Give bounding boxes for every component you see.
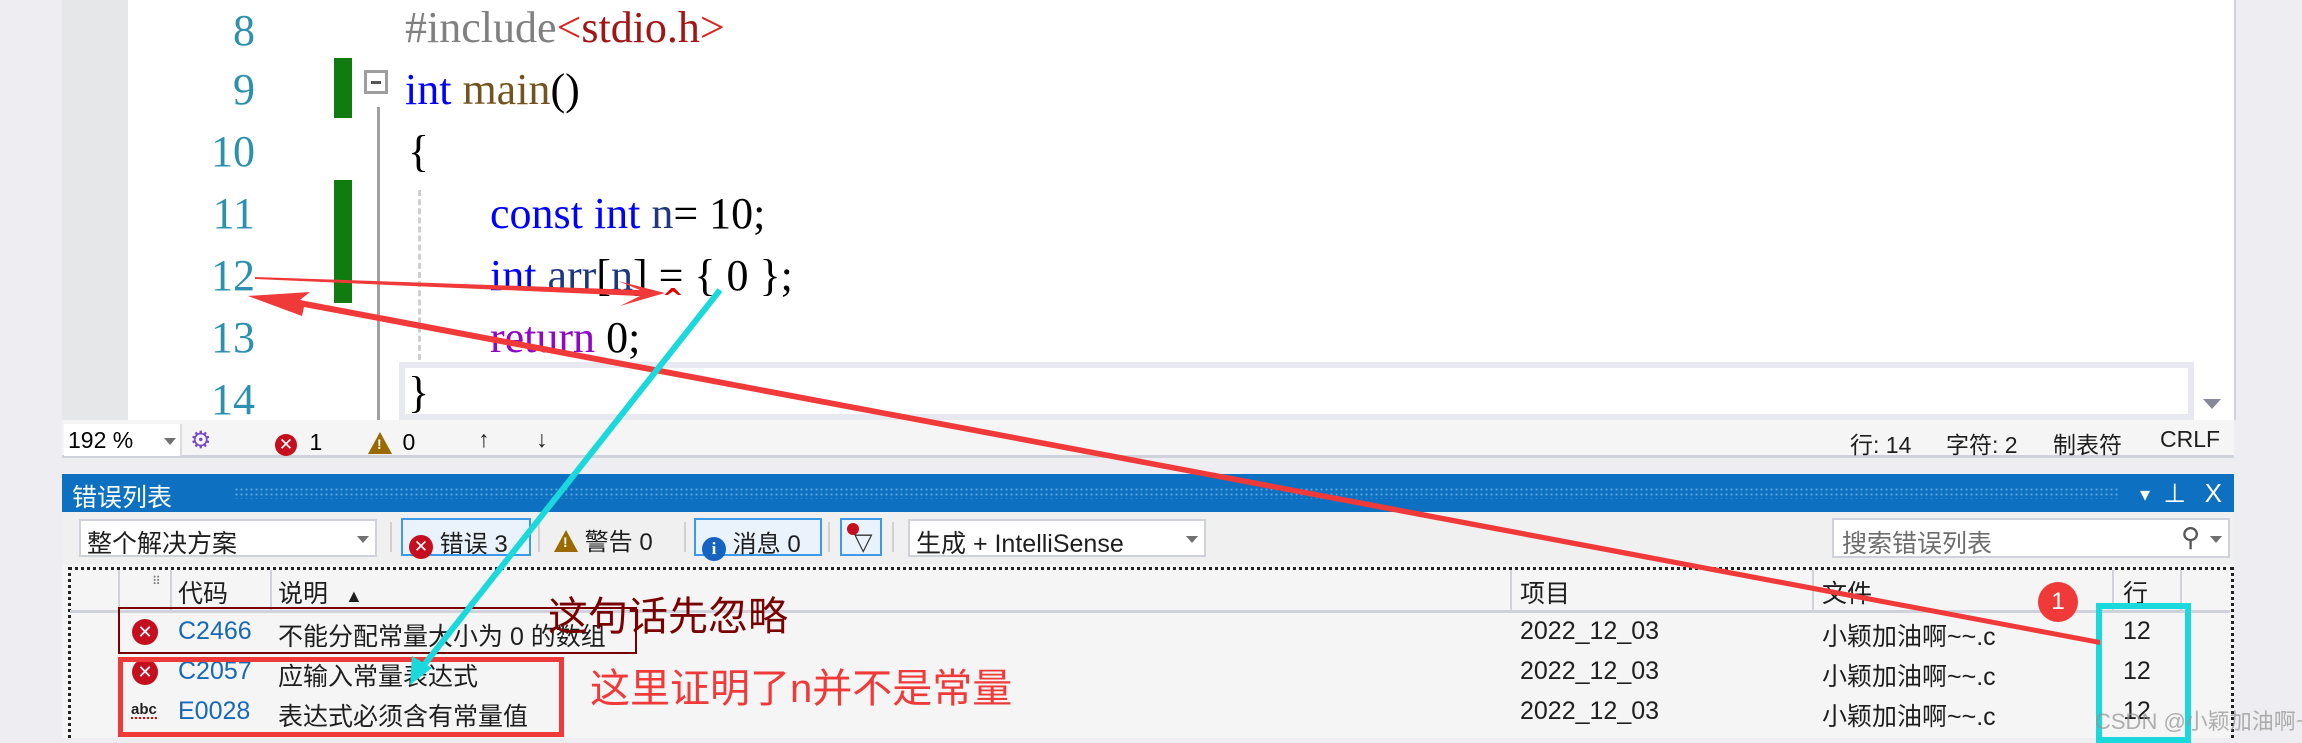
column-header-description[interactable]: 说明 ▲ <box>278 574 363 610</box>
annotation-box-proof <box>118 657 564 737</box>
scope-dropdown[interactable]: 整个解决方案 <box>79 519 377 558</box>
error-project: 2022_12_03 <box>1520 617 1660 645</box>
indent-indicator[interactable]: 制表符 <box>2053 426 2122 460</box>
collapse-icon[interactable] <box>364 70 388 94</box>
column-divider <box>1812 570 1814 610</box>
error-project: 2022_12_03 <box>1520 697 1660 725</box>
line-ending-indicator[interactable]: CRLF <box>2160 426 2220 453</box>
zoom-combobox[interactable]: 192 % <box>64 424 182 456</box>
error-list-title: 错误列表 <box>72 484 173 512</box>
error-list-titlebar[interactable]: 错误列表 ▾ ⊥ X <box>62 474 2234 512</box>
column-divider <box>270 570 272 610</box>
line-number: 9 <box>233 65 255 114</box>
chevron-down-icon <box>164 438 176 445</box>
error-file: 小颖加油啊~~.c <box>1822 623 1996 651</box>
sort-ascending-icon: ▲ <box>344 586 363 606</box>
line-indicator[interactable]: 行: 14 <box>1850 426 1911 460</box>
line-number: 10 <box>211 127 255 176</box>
code-line-9[interactable]: int main() <box>405 59 580 121</box>
char-indicator[interactable]: 字符: 2 <box>1946 426 2018 460</box>
funnel-icon: ▽ <box>854 529 873 556</box>
error-count-indicator[interactable]: ✕ 1 <box>275 429 322 456</box>
close-icon[interactable]: X <box>2205 478 2222 509</box>
previous-issue-button[interactable]: ↑ <box>478 426 490 453</box>
code-line-13[interactable]: return 0; <box>490 307 640 369</box>
errors-filter-button[interactable]: ✕ 错误 3 <box>401 518 531 559</box>
toolbar-separator <box>892 522 894 552</box>
code-line-12[interactable]: int arr[n] = { 0 }; <box>490 245 793 307</box>
code-line-10[interactable]: { <box>408 121 429 183</box>
fold-guide-line <box>377 107 380 420</box>
chevron-down-icon <box>2210 536 2222 543</box>
column-divider <box>1510 570 1512 610</box>
change-marker <box>334 180 352 303</box>
column-header-code[interactable]: 代码 <box>178 574 228 610</box>
search-error-list-input[interactable]: 搜索错误列表 ⚲ <box>1832 518 2230 558</box>
line-number: 12 <box>211 251 255 300</box>
next-issue-button[interactable]: ↓ <box>536 426 548 453</box>
search-icon: ⚲ <box>2180 522 2200 552</box>
watermark: CSDN @小颖加油啊~~ <box>2095 709 2302 734</box>
indent-guide <box>418 190 421 360</box>
column-chooser-icon[interactable]: ⠿ <box>152 574 161 588</box>
info-icon: i <box>702 537 726 561</box>
annotation-proof-note: 这里证明了n并不是常量 <box>590 667 1013 711</box>
column-divider <box>170 570 172 610</box>
warning-count-indicator[interactable]: 0 <box>368 429 415 459</box>
code-line-8[interactable]: #include<stdio.h> <box>405 0 725 59</box>
error-icon: ✕ <box>409 535 433 559</box>
annotation-step-badge: 1 <box>2038 582 2078 622</box>
scroll-down-icon[interactable] <box>2203 399 2221 409</box>
change-marker <box>334 58 352 118</box>
column-header-file[interactable]: 文件 <box>1822 574 1872 610</box>
pin-icon[interactable]: ⊥ <box>2163 478 2186 509</box>
code-line-11[interactable]: const int n= 10; <box>490 183 765 245</box>
line-number: 13 <box>211 313 255 362</box>
error-icon: ✕ <box>275 434 297 456</box>
zoom-value: 192 % <box>68 427 134 453</box>
window-menu-button[interactable]: ▾ <box>2140 482 2150 507</box>
source-dropdown[interactable]: 生成 + IntelliSense <box>908 519 1206 558</box>
code-line-14[interactable]: } <box>408 362 429 424</box>
annotation-ignore-note: 这句话先忽略 <box>548 595 788 639</box>
code-editor[interactable] <box>62 0 2236 420</box>
toolbar-separator <box>538 522 540 552</box>
error-file: 小颖加油啊~~.c <box>1822 663 1996 691</box>
quick-actions-icon[interactable]: ⚙ <box>190 426 212 455</box>
toolbar-separator <box>684 522 686 552</box>
error-project: 2022_12_03 <box>1520 657 1660 685</box>
warning-icon <box>554 530 578 552</box>
column-divider <box>118 570 120 610</box>
line-number: 11 <box>212 189 255 238</box>
toolbar-separator <box>828 522 830 552</box>
warning-icon <box>368 432 392 454</box>
current-line-highlight <box>399 362 2194 420</box>
column-header-project[interactable]: 项目 <box>1520 574 1570 610</box>
error-squiggle: ^ <box>662 284 684 314</box>
filter-button[interactable]: ▽ <box>840 518 882 556</box>
warnings-filter-button[interactable]: 警告 0 <box>548 518 678 556</box>
error-file: 小颖加油啊~~.c <box>1822 703 1996 731</box>
chevron-down-icon <box>1186 536 1198 543</box>
titlebar-grip <box>234 487 2118 499</box>
messages-filter-button[interactable]: i 消息 0 <box>694 518 822 561</box>
toolbar-separator <box>390 522 392 552</box>
chevron-down-icon <box>357 536 369 543</box>
line-number: 8 <box>233 6 255 55</box>
